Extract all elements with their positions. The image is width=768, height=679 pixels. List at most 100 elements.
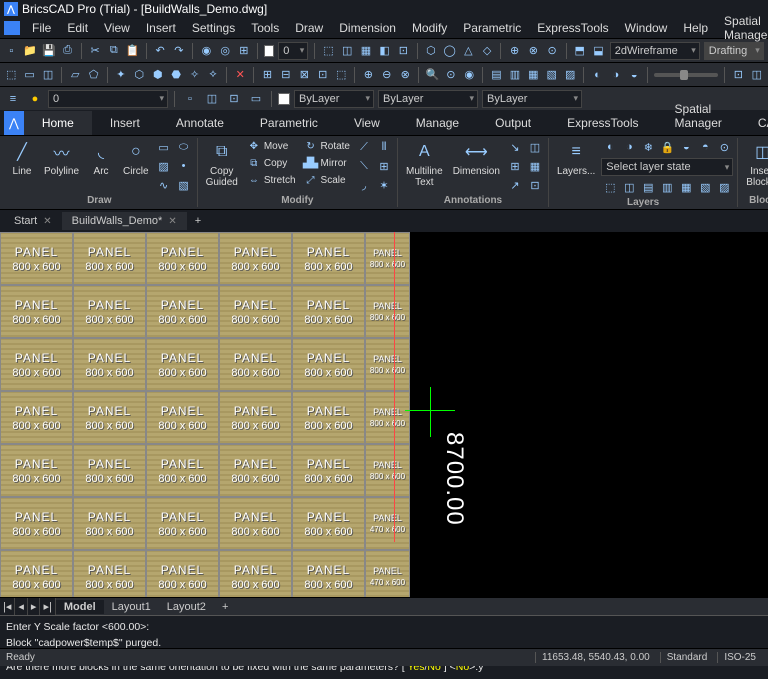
layers-button[interactable]: ≡Layers... <box>553 138 599 179</box>
layerstate-drop[interactable]: Select layer state <box>601 158 733 176</box>
open-icon[interactable]: 📁 <box>23 42 38 60</box>
layerlock-icon[interactable]: 🔒 <box>658 138 676 156</box>
extend-icon[interactable]: ⟍ <box>355 157 373 175</box>
color-swatch[interactable] <box>278 93 290 105</box>
menu-tools[interactable]: Tools <box>243 19 287 37</box>
workspace-drop[interactable]: Drafting <box>704 42 764 60</box>
menu-expresstools[interactable]: ExpressTools <box>529 19 616 37</box>
tool-icon[interactable]: ◓ <box>696 138 714 156</box>
tool-icon[interactable]: ◫ <box>620 178 638 196</box>
tool-icon[interactable]: ⊙ <box>545 42 560 60</box>
tool-icon[interactable]: ▤ <box>489 66 503 84</box>
menu-draw[interactable]: Draw <box>287 19 331 37</box>
ribbon-tab-cadpower[interactable]: CADPower <box>740 111 768 135</box>
layer-icon[interactable]: ≡ <box>4 90 22 108</box>
tool-icon[interactable]: ◎ <box>218 42 233 60</box>
tool-icon[interactable]: ⟡ <box>206 66 220 84</box>
tool-icon[interactable]: ▥ <box>658 178 676 196</box>
tool-icon[interactable]: ⊡ <box>225 90 243 108</box>
layout-first[interactable]: |◂ <box>0 598 15 615</box>
ribbon-tab-insert[interactable]: Insert <box>92 111 158 135</box>
copy-button[interactable]: ⧉Copy <box>244 155 299 171</box>
ellipse-icon[interactable]: ⬭ <box>175 138 193 156</box>
menu-view[interactable]: View <box>96 19 138 37</box>
layout-next[interactable]: ▸ <box>28 598 41 615</box>
tool-icon[interactable]: △ <box>461 42 476 60</box>
offset-icon[interactable]: ⫴ <box>375 138 393 156</box>
hatch-icon[interactable]: ▨ <box>155 157 173 175</box>
leader-icon[interactable]: ↘ <box>506 138 524 156</box>
tool-icon[interactable]: ⊞ <box>237 42 252 60</box>
tool-icon[interactable]: ⊡ <box>396 42 411 60</box>
menu-insert[interactable]: Insert <box>138 19 184 37</box>
command-line[interactable]: Enter Y Scale factor <600.00>: Block "ca… <box>0 615 768 679</box>
tool-icon[interactable]: ◫ <box>340 42 355 60</box>
tool-icon[interactable]: ⊕ <box>361 66 375 84</box>
tool-icon[interactable]: ▦ <box>526 66 540 84</box>
menu-edit[interactable]: Edit <box>59 19 96 37</box>
explode-icon[interactable]: ✶ <box>375 176 393 194</box>
rotate-button[interactable]: ↻Rotate <box>301 138 353 154</box>
tool-icon[interactable]: ◫ <box>41 66 55 84</box>
tool-icon[interactable]: ▭ <box>247 90 265 108</box>
ribbon-apptab[interactable]: ⋀ <box>4 111 24 135</box>
ribbon-tab-view[interactable]: View <box>336 111 398 135</box>
tool-icon[interactable]: 🔍 <box>425 66 439 84</box>
layout-prev[interactable]: ◂ <box>15 598 28 615</box>
tool-icon[interactable]: ⬢ <box>151 66 165 84</box>
ribbon-tab-spatialmanager[interactable]: Spatial Manager <box>657 97 740 135</box>
tool-icon[interactable]: ✧ <box>187 66 201 84</box>
spline-icon[interactable]: ∿ <box>155 176 173 194</box>
cut-icon[interactable]: ✂ <box>88 42 103 60</box>
trim-icon[interactable]: ⟋ <box>355 138 373 156</box>
copy-icon[interactable]: ⧉ <box>106 42 121 60</box>
move-button[interactable]: ✥Move <box>244 138 299 154</box>
color-drop[interactable]: ByLayer <box>294 90 374 108</box>
menu-modify[interactable]: Modify <box>404 19 455 37</box>
tool-icon[interactable]: ◐ <box>590 66 604 84</box>
tool-icon[interactable]: ⊡ <box>731 66 745 84</box>
bulb-icon[interactable]: ● <box>26 90 44 108</box>
tool-icon[interactable]: ⊙ <box>715 138 733 156</box>
tool-icon[interactable]: ⊕ <box>507 42 522 60</box>
ribbon-tab-annotate[interactable]: Annotate <box>158 111 242 135</box>
tool-icon[interactable]: ⬚ <box>601 178 619 196</box>
redo-icon[interactable]: ↷ <box>172 42 187 60</box>
menu-window[interactable]: Window <box>617 19 676 37</box>
doc-tab-start[interactable]: Start✕ <box>4 212 62 230</box>
layerfrz-icon[interactable]: ❄ <box>639 138 657 156</box>
visualstyle-drop[interactable]: 2dWireframe <box>610 42 700 60</box>
tool-icon[interactable]: ⬓ <box>591 42 606 60</box>
doc-tab-file[interactable]: BuildWalls_Demo*✕ <box>62 212 187 230</box>
undo-icon[interactable]: ↶ <box>153 42 168 60</box>
tool-icon[interactable]: ⊞ <box>260 66 274 84</box>
arc-button[interactable]: ◟Arc <box>85 138 117 179</box>
stretch-button[interactable]: ⇔Stretch <box>244 172 299 188</box>
menu-file[interactable]: File <box>24 19 59 37</box>
tool-icon[interactable]: ◫ <box>750 66 764 84</box>
close-icon[interactable]: ✕ <box>43 216 51 227</box>
delete-icon[interactable]: ✕ <box>233 66 247 84</box>
insertblock-button[interactable]: ◫Insert Block... <box>742 138 768 190</box>
mirror-button[interactable]: ▟▙Mirror <box>301 155 353 171</box>
tool-icon[interactable]: ◉ <box>462 66 476 84</box>
point-icon[interactable]: • <box>175 157 193 175</box>
tool-icon[interactable]: ⬒ <box>572 42 587 60</box>
table-icon[interactable]: ⊞ <box>506 157 524 175</box>
scale-button[interactable]: ⤢Scale <box>301 172 353 188</box>
color-swatch[interactable] <box>264 45 274 57</box>
layout-tab-model[interactable]: Model <box>56 600 104 614</box>
tool-icon[interactable]: ◑ <box>609 66 623 84</box>
tool-icon[interactable]: ▦ <box>677 178 695 196</box>
lineweight-drop[interactable]: ByLayer <box>482 90 582 108</box>
close-icon[interactable]: ✕ <box>168 216 176 227</box>
tool-icon[interactable]: ◧ <box>377 42 392 60</box>
layout-tab-1[interactable]: Layout1 <box>104 600 159 614</box>
tool-icon[interactable]: ▧ <box>545 66 559 84</box>
tool-icon[interactable]: ◇ <box>480 42 495 60</box>
tool-icon[interactable]: ◫ <box>203 90 221 108</box>
tool-icon[interactable]: ⊡ <box>526 176 544 194</box>
lineweight-drop[interactable]: 0 <box>278 42 308 60</box>
ribbon-tab-expresstools[interactable]: ExpressTools <box>549 111 656 135</box>
tool-icon[interactable]: ⬚ <box>321 42 336 60</box>
